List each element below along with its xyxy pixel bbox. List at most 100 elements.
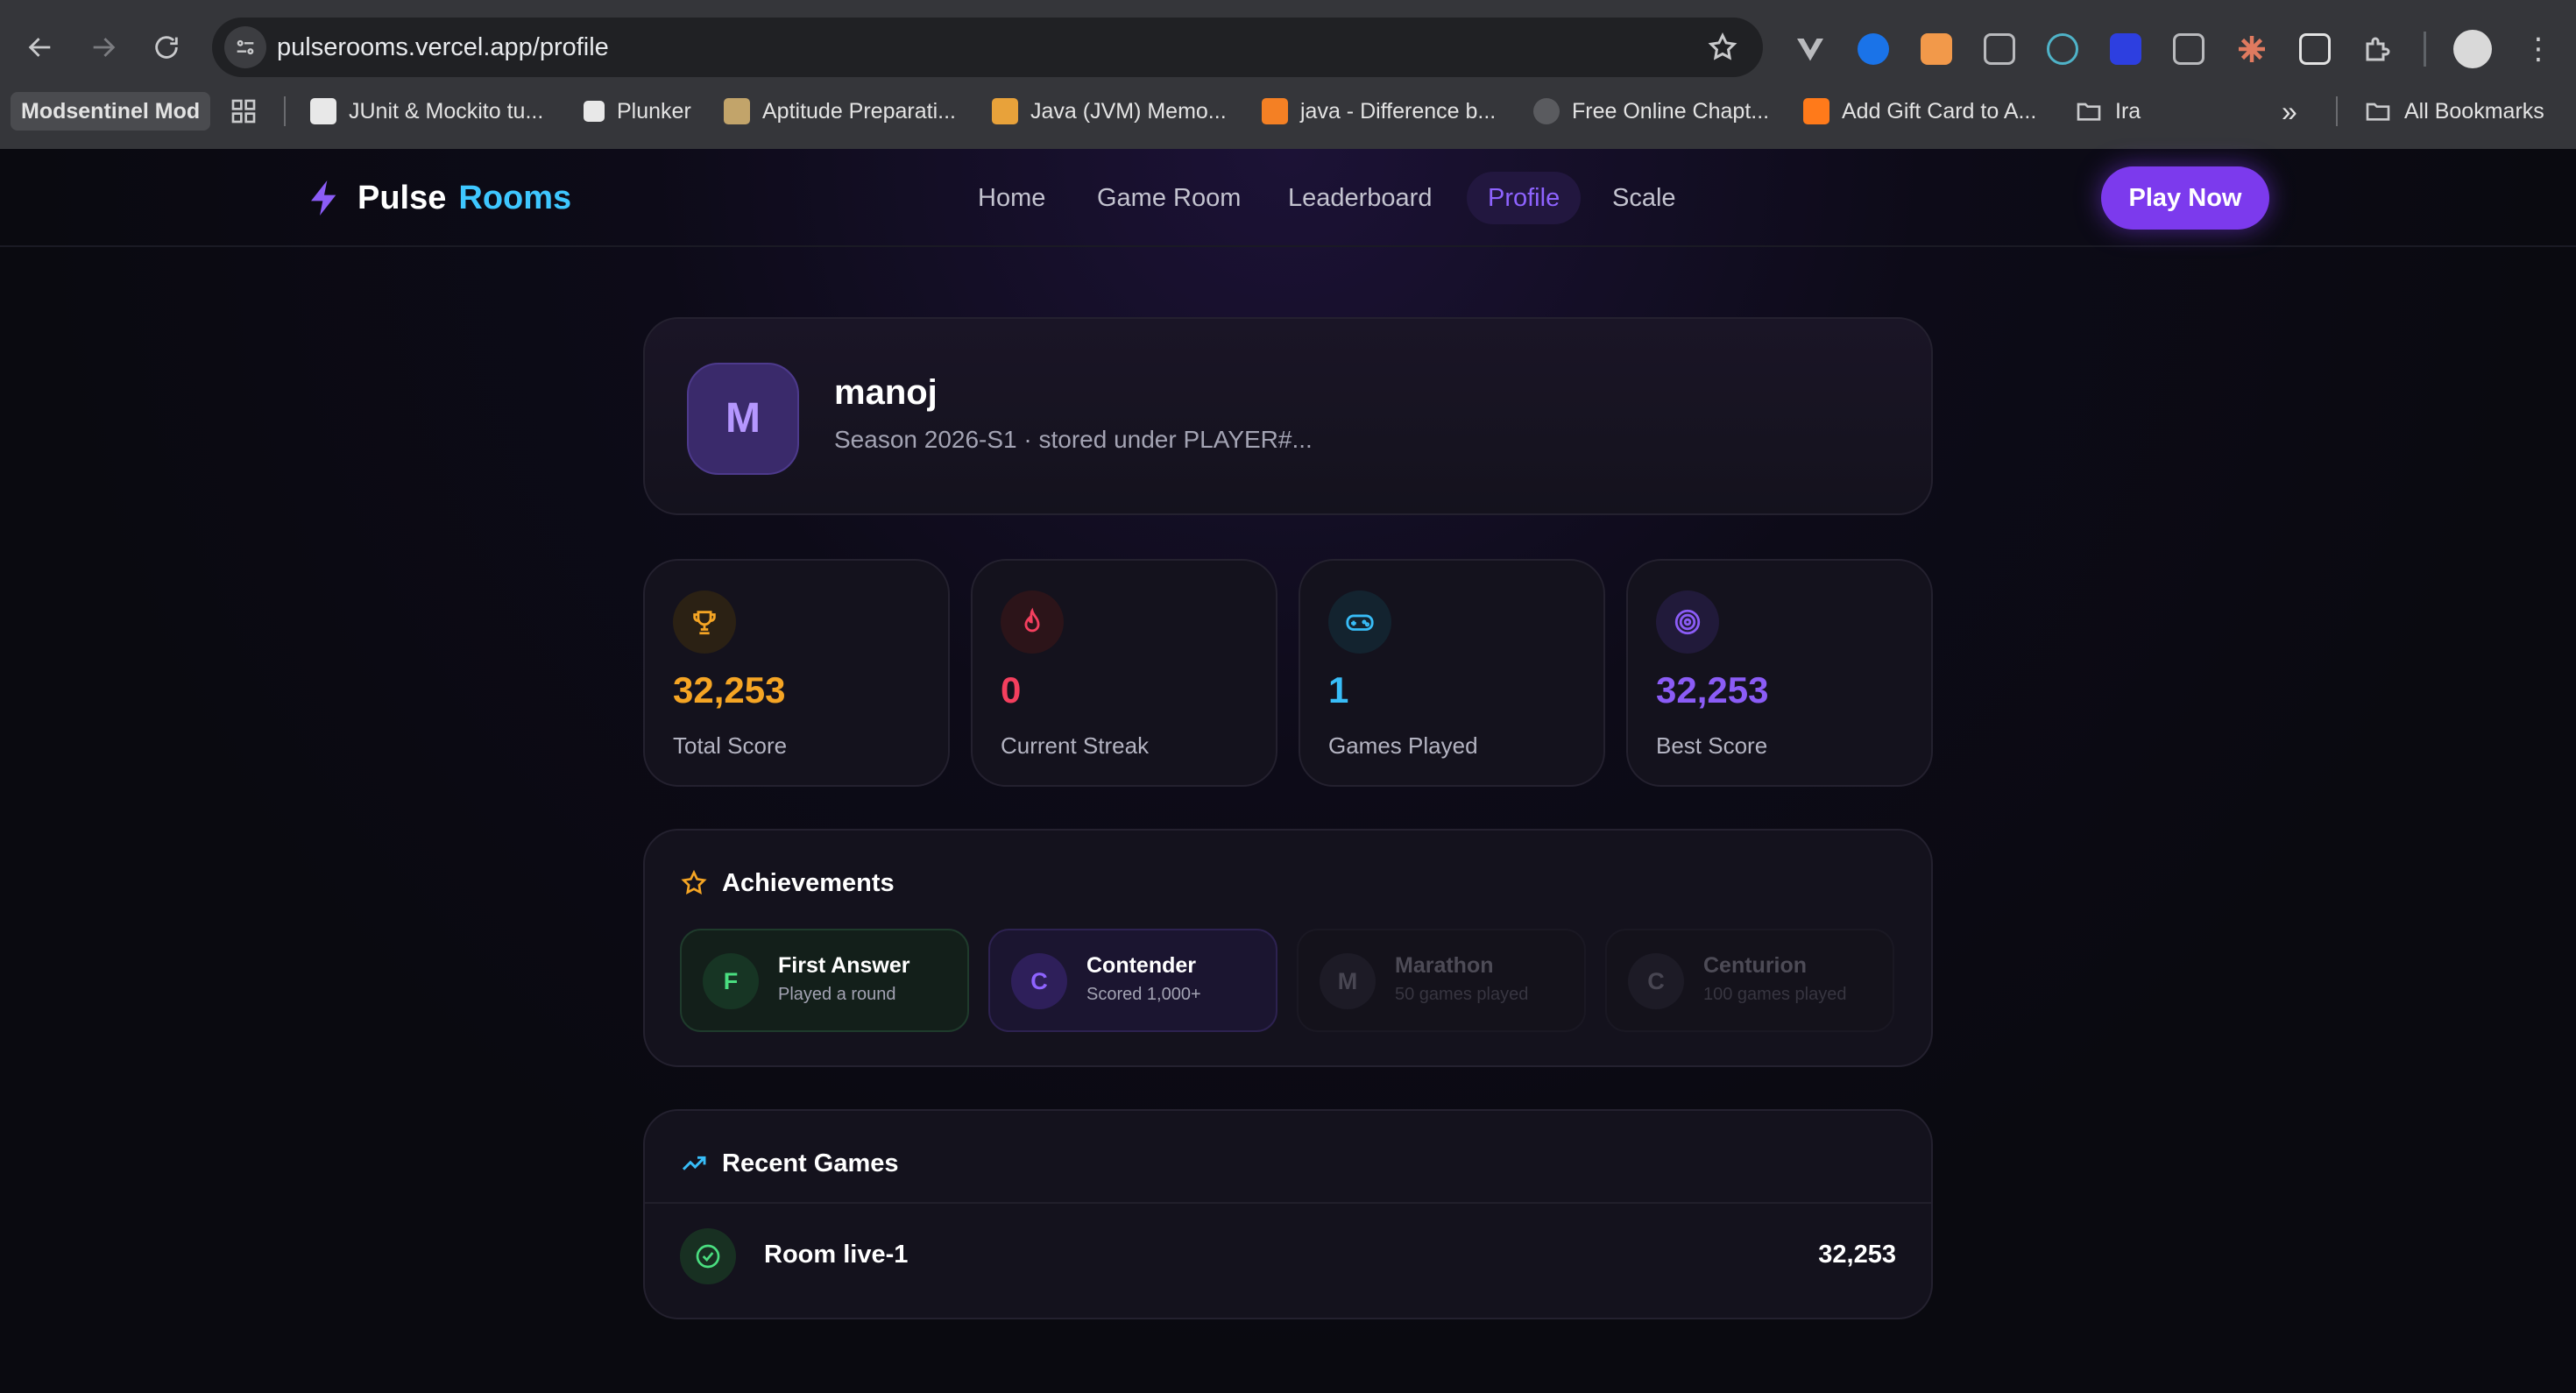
reload-button[interactable] xyxy=(144,25,189,70)
stat-label: Current Streak xyxy=(1001,732,1150,759)
stat-value: 1 xyxy=(1328,669,1349,711)
stat-card-games-played: 1 Games Played xyxy=(1299,559,1605,787)
bookmarks-bar: Modsentinel Mod JUnit & Mockito tu... Pl… xyxy=(0,88,2576,135)
bookmark-item[interactable]: java - Difference b... xyxy=(1262,88,1496,135)
target-icon xyxy=(1656,590,1719,654)
bookmark-favicon-icon xyxy=(1533,98,1560,124)
stat-card-current-streak: 0 Current Streak xyxy=(971,559,1277,787)
bookmark-item[interactable]: Java (JVM) Memo... xyxy=(992,88,1227,135)
badge-avatar: M xyxy=(1320,953,1376,1009)
achievement-badge-locked[interactable]: C Centurion 100 games played xyxy=(1605,929,1894,1032)
stat-label: Best Score xyxy=(1656,732,1768,759)
back-arrow-icon xyxy=(28,38,51,57)
recent-games-card: Recent Games Room live-1 32,253 xyxy=(643,1109,1933,1319)
site-info-icon[interactable] xyxy=(224,26,266,68)
browser-toolbar: pulserooms.vercel.app/profile ⋮ xyxy=(0,9,2576,84)
bookmark-star-icon[interactable] xyxy=(1707,32,1738,63)
nav-scale[interactable]: Scale xyxy=(1591,172,1697,224)
brand-logo[interactable]: Pulse Rooms xyxy=(307,175,571,221)
stat-value: 32,253 xyxy=(673,669,786,711)
folder-icon xyxy=(2366,103,2390,121)
forward-arrow-icon xyxy=(93,38,116,57)
orange-extension-icon[interactable] xyxy=(1921,33,1952,65)
badge-title: Centurion xyxy=(1703,953,1808,978)
bookmark-item[interactable]: Aptitude Preparati... xyxy=(724,88,956,135)
bookmark-favicon-icon xyxy=(584,101,605,122)
achievement-badge[interactable]: F First Answer Played a round xyxy=(680,929,969,1032)
badge-avatar: C xyxy=(1628,953,1684,1009)
url-text[interactable]: pulserooms.vercel.app/profile xyxy=(277,18,609,77)
stat-card-best-score: 32,253 Best Score xyxy=(1626,559,1933,787)
bookmark-divider xyxy=(2336,96,2338,126)
nav-profile[interactable]: Profile xyxy=(1467,172,1582,224)
recent-games-heading: Recent Games xyxy=(680,1146,899,1181)
trophy-icon xyxy=(673,590,736,654)
check-circle-icon xyxy=(680,1228,736,1284)
bookmarks-overflow-icon[interactable]: » xyxy=(2282,88,2297,135)
recent-game-score: 32,253 xyxy=(1818,1241,1896,1269)
qr-extension-icon[interactable] xyxy=(2299,33,2331,65)
copy-extension-icon[interactable] xyxy=(1984,33,2015,65)
bookmark-favicon-icon xyxy=(1803,98,1829,124)
claude-extension-icon[interactable] xyxy=(2236,33,2268,65)
bookmark-item[interactable]: Plunker xyxy=(584,88,691,135)
badge-title: First Answer xyxy=(778,953,910,978)
browser-profile-avatar[interactable] xyxy=(2453,30,2492,68)
back-button[interactable] xyxy=(18,25,63,70)
lightning-icon xyxy=(311,180,336,216)
star-icon xyxy=(681,869,707,894)
bookmark-divider xyxy=(284,96,286,126)
flame-icon xyxy=(1001,590,1064,654)
folder-icon xyxy=(2077,103,2101,121)
apps-grid-icon[interactable] xyxy=(230,88,258,135)
achievements-card: Achievements F First Answer Played a rou… xyxy=(643,829,1933,1067)
divider xyxy=(645,1202,1931,1204)
username: manoj xyxy=(834,373,938,412)
badge-subtitle: Scored 1,000+ xyxy=(1086,985,1201,1004)
bookmark-favicon-icon xyxy=(310,98,336,124)
bookmark-item[interactable]: Modsentinel Mod xyxy=(11,92,211,131)
nav-home[interactable]: Home xyxy=(957,172,1066,224)
address-bar[interactable]: pulserooms.vercel.app/profile xyxy=(212,18,1763,77)
nav-leaderboard[interactable]: Leaderboard xyxy=(1267,172,1453,224)
browser-menu-icon[interactable]: ⋮ xyxy=(2523,33,2553,68)
badge-avatar: F xyxy=(703,953,759,1009)
recent-game-name[interactable]: Room live-1 xyxy=(764,1241,908,1269)
bookmark-item[interactable]: Add Gift Card to A... xyxy=(1803,88,2036,135)
bookmark-folder[interactable]: Ira xyxy=(2075,88,2141,135)
extensions-puzzle-icon[interactable] xyxy=(2362,33,2394,65)
badge-title: Contender xyxy=(1086,953,1196,978)
play-now-button[interactable]: Play Now xyxy=(2101,166,2269,230)
blue-extension-icon[interactable] xyxy=(2110,33,2141,65)
achievement-badge[interactable]: C Contender Scored 1,000+ xyxy=(988,929,1277,1032)
trending-up-icon xyxy=(682,1156,706,1170)
reload-icon xyxy=(155,36,178,59)
gamepad-icon xyxy=(1328,590,1391,654)
profile-card: M manoj Season 2026-S1 · stored under PL… xyxy=(643,317,1933,515)
achievement-badge-locked[interactable]: M Marathon 50 games played xyxy=(1297,929,1586,1032)
toolbar-divider xyxy=(2424,32,2426,67)
bookmark-item[interactable]: JUnit & Mockito tu... xyxy=(310,88,543,135)
stat-label: Total Score xyxy=(673,732,788,759)
all-bookmarks-folder[interactable]: All Bookmarks xyxy=(2364,88,2544,135)
badge-avatar: C xyxy=(1011,953,1067,1009)
stat-label: Games Played xyxy=(1328,732,1478,759)
stat-value: 32,253 xyxy=(1656,669,1769,711)
badge-subtitle: 50 games played xyxy=(1395,985,1529,1004)
camera-extension-icon[interactable] xyxy=(2173,33,2204,65)
bookmark-favicon-icon xyxy=(992,98,1018,124)
avatar: M xyxy=(687,363,799,475)
achievements-heading: Achievements xyxy=(680,866,895,901)
nav-game-room[interactable]: Game Room xyxy=(1076,172,1262,224)
bookmark-favicon-icon xyxy=(1262,98,1288,124)
cloud-extension-icon[interactable] xyxy=(1858,33,1889,65)
vue-extension-icon[interactable] xyxy=(1794,33,1826,65)
react-extension-icon[interactable] xyxy=(2047,33,2078,65)
site-header: Pulse Rooms Home Game Room Leaderboard P… xyxy=(0,149,2576,247)
forward-button[interactable] xyxy=(81,25,126,70)
stat-value: 0 xyxy=(1001,669,1022,711)
page: Pulse Rooms Home Game Room Leaderboard P… xyxy=(0,149,2576,1393)
browser-chrome: pulserooms.vercel.app/profile ⋮ Modsenti… xyxy=(0,0,2576,149)
badge-title: Marathon xyxy=(1395,953,1494,978)
bookmark-item[interactable]: Free Online Chapt... xyxy=(1533,88,1769,135)
